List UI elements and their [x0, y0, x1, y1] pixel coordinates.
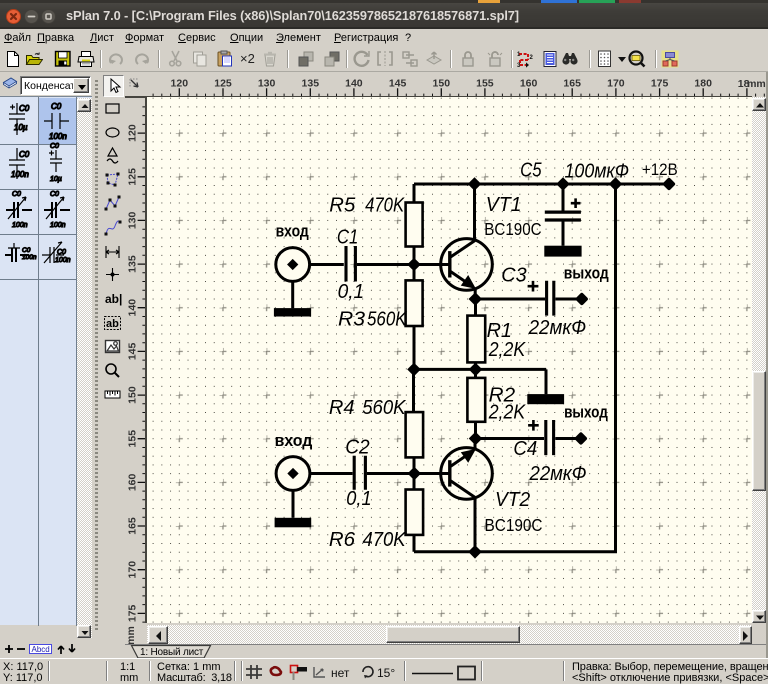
svg-text:выход: выход	[564, 403, 608, 422]
svg-text:140: 140	[345, 78, 363, 90]
svg-text:120: 120	[127, 124, 139, 142]
svg-text:R6: R6	[329, 529, 356, 551]
svg-text:10µ: 10µ	[14, 123, 28, 132]
svg-text:100n: 100n	[12, 222, 28, 229]
svg-text:BC190C: BC190C	[484, 219, 541, 239]
svg-text:R5: R5	[329, 195, 356, 217]
svg-text:150: 150	[127, 386, 139, 404]
svg-text:нет: нет	[331, 666, 350, 680]
svg-text:C3: C3	[501, 264, 526, 286]
svg-text:560K: 560K	[362, 397, 407, 419]
svg-text:mm: mm	[125, 626, 137, 645]
svg-text:140: 140	[127, 299, 139, 317]
svg-text:165: 165	[127, 517, 139, 535]
svg-text:VT2: VT2	[495, 489, 530, 511]
svg-text:175: 175	[651, 78, 669, 90]
svg-text:125: 125	[127, 168, 139, 186]
svg-text:560K: 560K	[367, 309, 408, 331]
svg-text:100n: 100n	[55, 257, 71, 264]
svg-text:120: 120	[171, 78, 189, 90]
svg-text:100n: 100n	[49, 132, 67, 141]
svg-text:выход: выход	[564, 263, 609, 282]
svg-text:BC190C: BC190C	[485, 515, 543, 535]
svg-text:0,1: 0,1	[338, 281, 365, 303]
svg-text:160: 160	[127, 473, 139, 491]
svg-text:155: 155	[476, 78, 494, 90]
svg-text:2,2K: 2,2K	[488, 402, 527, 424]
svg-text:C2: C2	[345, 437, 370, 459]
svg-text:470K: 470K	[363, 529, 408, 551]
svg-text:вход: вход	[275, 431, 313, 450]
svg-text:10µ: 10µ	[50, 176, 62, 183]
svg-text:C1: C1	[337, 227, 359, 249]
svg-text:130: 130	[127, 211, 139, 229]
svg-text:100n: 100n	[22, 254, 37, 261]
svg-text:155: 155	[127, 430, 139, 448]
svg-text:C5: C5	[520, 160, 542, 182]
svg-text:22мкФ: 22мкФ	[529, 463, 587, 485]
svg-text:180: 180	[694, 78, 712, 90]
svg-text:22мкФ: 22мкФ	[528, 317, 587, 339]
svg-text:125: 125	[214, 78, 232, 90]
svg-text:170: 170	[607, 78, 625, 90]
svg-text:C0: C0	[51, 102, 62, 111]
svg-text:C0: C0	[50, 143, 59, 150]
svg-text:2,2K: 2,2K	[488, 339, 527, 361]
svg-text:135: 135	[302, 78, 320, 90]
svg-text:175: 175	[127, 604, 139, 622]
svg-text:160: 160	[520, 78, 538, 90]
svg-text:145: 145	[389, 78, 407, 90]
svg-text:R3: R3	[338, 309, 365, 331]
svg-text:2: 2	[530, 55, 534, 61]
svg-text:mm: mm	[747, 78, 766, 90]
svg-text:+12В: +12В	[642, 160, 678, 179]
svg-text:C0: C0	[22, 247, 31, 254]
svg-text:145: 145	[127, 342, 139, 360]
svg-text:R4: R4	[329, 397, 355, 419]
svg-text:100n: 100n	[50, 222, 66, 229]
svg-text:×2: ×2	[240, 51, 255, 66]
svg-text:135: 135	[127, 255, 139, 273]
svg-text:100n: 100n	[11, 170, 29, 179]
svg-text:150: 150	[433, 78, 451, 90]
svg-text:C0: C0	[12, 191, 21, 198]
svg-text:C0: C0	[19, 150, 30, 159]
svg-text:C0: C0	[57, 249, 66, 256]
svg-text:170: 170	[127, 561, 139, 579]
svg-text:C4: C4	[513, 438, 537, 460]
svg-text:Abcd: Abcd	[32, 645, 50, 654]
svg-text:15°: 15°	[377, 666, 395, 680]
svg-text:VT1: VT1	[486, 194, 522, 216]
svg-text:0,1: 0,1	[346, 488, 371, 510]
svg-text:165: 165	[563, 78, 581, 90]
svg-text:ab|: ab|	[105, 292, 122, 306]
svg-text:C0: C0	[50, 191, 59, 198]
svg-text:470K: 470K	[365, 195, 405, 217]
svg-text:вход: вход	[276, 222, 309, 241]
svg-text:C0: C0	[19, 104, 30, 113]
svg-text:130: 130	[258, 78, 276, 90]
svg-text:100мкФ: 100мкФ	[565, 161, 630, 183]
svg-text:ab: ab	[106, 318, 119, 330]
